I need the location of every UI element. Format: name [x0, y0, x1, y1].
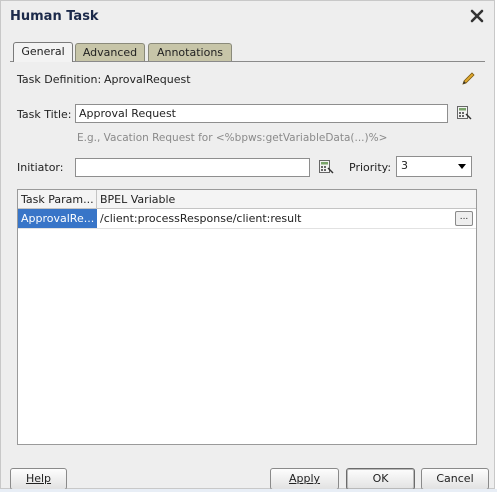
task-parameters-table: Task Param... BPEL Variable ApprovalRe..…	[17, 189, 477, 445]
close-icon[interactable]	[469, 8, 485, 24]
apply-button-label: Apply	[288, 472, 321, 485]
table-cell-bpel-variable[interactable]: /client:processResponse/client:result	[97, 209, 476, 229]
priority-label: Priority:	[349, 161, 392, 174]
cancel-button[interactable]: Cancel	[421, 468, 489, 490]
task-title-hint: E.g., Vacation Request for <%bpws:getVar…	[77, 132, 388, 144]
tab-general[interactable]: General	[13, 42, 73, 62]
ok-button[interactable]: OK	[346, 468, 415, 490]
dialog-title: Human Task	[10, 9, 99, 24]
human-task-dialog: Human Task General Advanced Annotations …	[0, 0, 495, 490]
task-definition-label: Task Definition:	[17, 73, 102, 86]
table-cell-task-param[interactable]: ApprovalRe...	[18, 209, 97, 229]
browse-variable-button[interactable]: ...	[455, 211, 473, 226]
priority-select[interactable]: 3	[396, 156, 472, 177]
tab-annotations-label: Annotations	[156, 46, 224, 59]
tab-advanced[interactable]: Advanced	[75, 43, 145, 61]
initiator-label: Initiator:	[17, 161, 64, 174]
task-definition-value: AprovalRequest	[104, 73, 191, 86]
chevron-down-icon	[458, 164, 466, 169]
expression-builder-icon[interactable]	[456, 105, 472, 121]
ok-button-label: OK	[372, 472, 389, 485]
task-title-label: Task Title:	[17, 108, 72, 121]
cancel-button-label: Cancel	[436, 472, 474, 485]
apply-button[interactable]: Apply	[270, 468, 339, 490]
tab-divider	[10, 61, 485, 62]
column-header-task-param[interactable]: Task Param...	[18, 190, 97, 209]
column-header-bpel-variable[interactable]: BPEL Variable	[97, 190, 476, 209]
initiator-input[interactable]	[75, 158, 310, 177]
expression-builder-icon[interactable]	[318, 159, 334, 175]
priority-value: 3	[401, 159, 408, 172]
help-button[interactable]: Help	[10, 468, 67, 490]
tab-annotations[interactable]: Annotations	[148, 43, 232, 61]
tab-advanced-label: Advanced	[82, 46, 138, 59]
help-button-label: Help	[25, 472, 52, 485]
edit-pencil-icon[interactable]	[460, 71, 476, 87]
tab-general-label: General	[21, 45, 65, 58]
task-title-input[interactable]: Approval Request	[75, 104, 448, 123]
